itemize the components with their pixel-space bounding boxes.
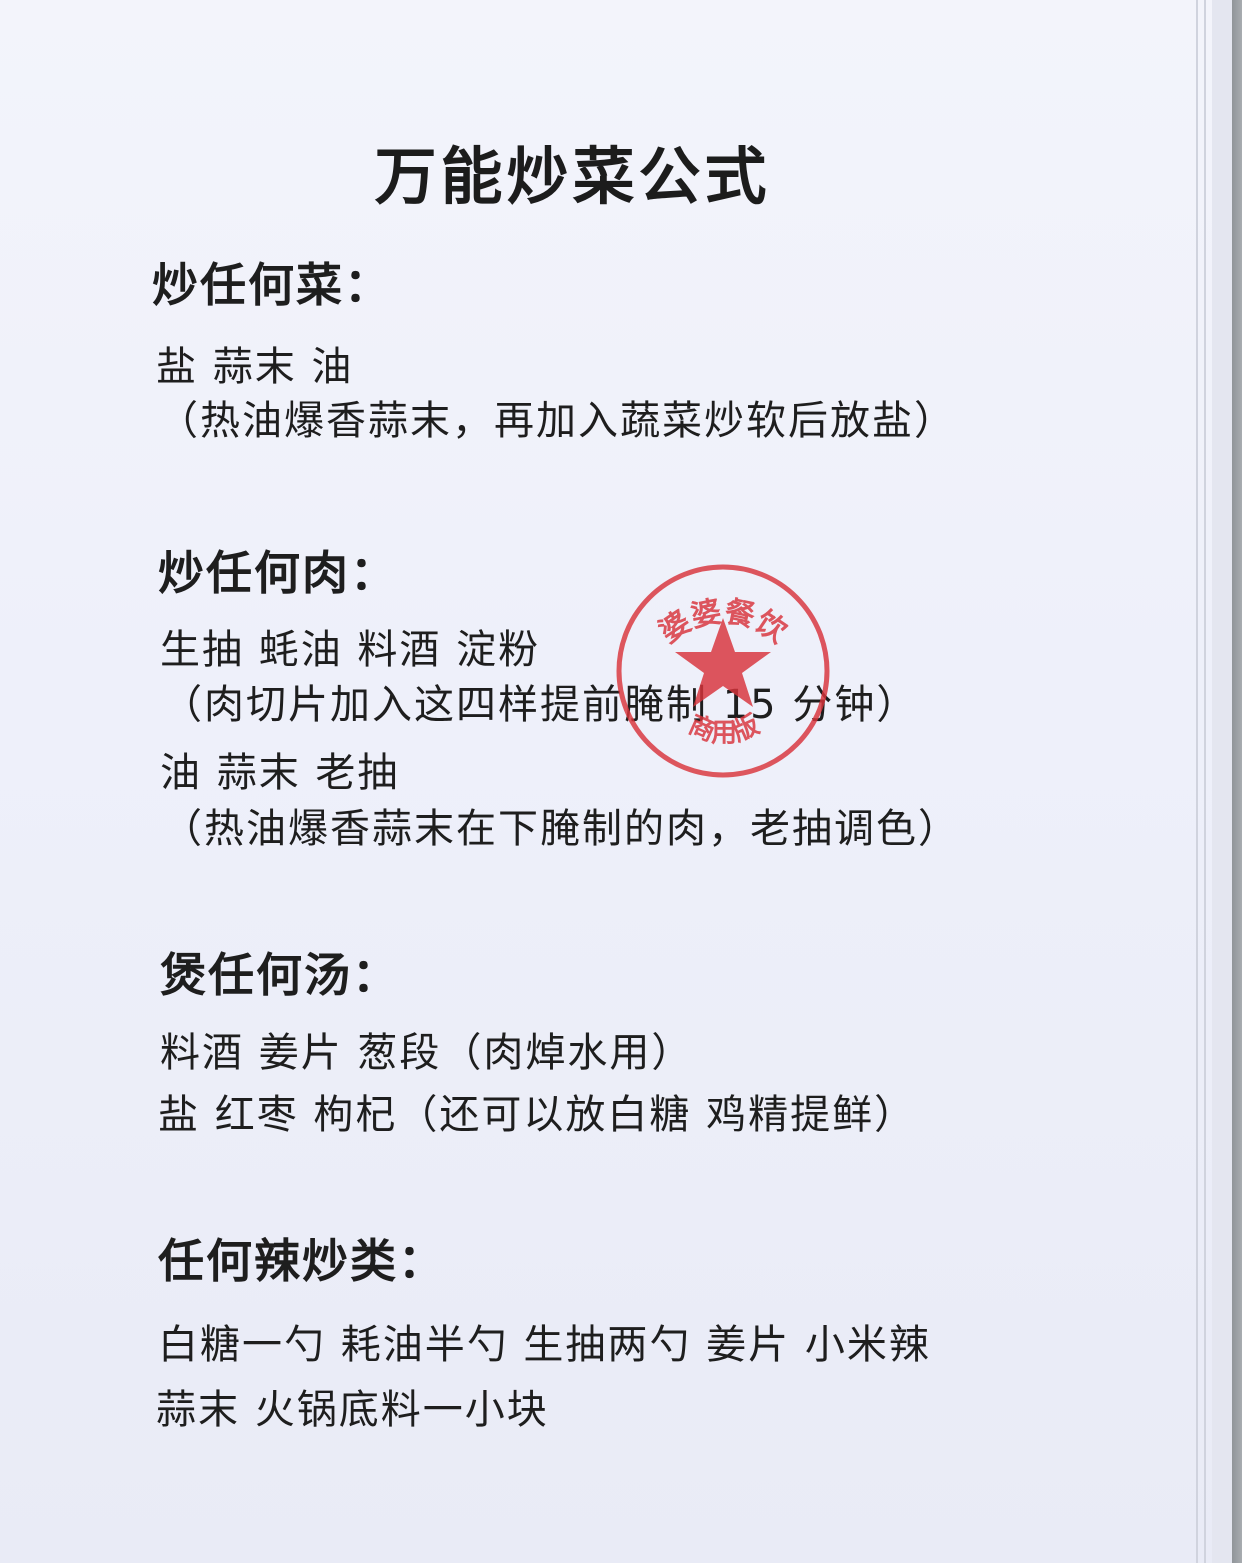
section-line: 生抽 蚝油 料酒 淀粉 (160, 627, 541, 673)
section-line: 油 蒜末 老抽 (160, 750, 400, 796)
section-line: （热油爆香蒜末，再加入蔬菜炒软后放盐） (158, 398, 956, 444)
section-line: 盐 红枣 枸杞（还可以放白糖 鸡精提鲜） (158, 1092, 917, 1138)
stamp-bottom-text: 商用版 (684, 709, 764, 749)
red-seal-stamp: 婆婆餐饮 商用版 (616, 564, 830, 778)
section-line: 盐 蒜末 油 (156, 344, 354, 390)
page-edge (1204, 0, 1206, 1563)
page-title: 万能炒菜公式 (374, 140, 771, 213)
section-heading-soup: 煲任何汤： (160, 948, 400, 1002)
section-line: 料酒 姜片 葱段（肉焯水用） (160, 1030, 694, 1076)
document-page: 万能炒菜公式 炒任何菜： 盐 蒜末 油 （热油爆香蒜末，再加入蔬菜炒软后放盐） … (0, 0, 1212, 1563)
section-line: 白糖一勺 耗油半勺 生抽两勺 姜片 小米辣 (158, 1322, 931, 1368)
section-heading-spicy: 任何辣炒类： (158, 1234, 446, 1288)
page-edge (1196, 0, 1198, 1563)
section-line: （热油爆香蒜末在下腌制的肉，老抽调色） (162, 806, 960, 852)
section-heading-meat: 炒任何肉： (158, 546, 398, 600)
section-heading-vegetables: 炒任何菜： (152, 258, 392, 312)
section-line: 蒜末 火锅底料一小块 (156, 1387, 549, 1433)
